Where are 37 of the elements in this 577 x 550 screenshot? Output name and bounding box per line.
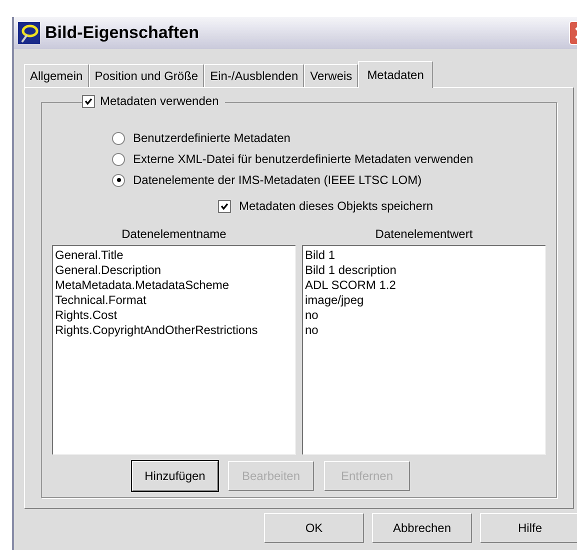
tab[interactable]: Metadaten [358, 61, 433, 88]
dialog-button[interactable]: Hilfe [480, 513, 577, 543]
tab[interactable]: Ein-/Ausblenden [204, 64, 304, 87]
checkbox-label: Metadaten dieses Objekts speichern [239, 199, 434, 213]
list-item[interactable]: General.Title [55, 248, 293, 263]
list-item[interactable]: Bild 1 description [305, 263, 543, 278]
checkbox[interactable] [82, 94, 95, 108]
list-item[interactable]: image/jpeg [305, 293, 543, 308]
dialog-button[interactable]: Abbrechen [372, 513, 472, 543]
radio-label: Benutzerdefinierte Metadaten [133, 131, 290, 145]
dialog-button[interactable]: OK [264, 513, 364, 543]
list-item[interactable]: General.Description [55, 263, 293, 278]
app-icon [18, 22, 40, 44]
column-heading: Datenelementwert [375, 227, 473, 241]
list-item[interactable]: no [305, 323, 543, 338]
checkbox[interactable] [218, 200, 231, 212]
list-item[interactable]: Rights.Cost [55, 308, 293, 323]
radio-button[interactable] [112, 152, 125, 166]
list-item[interactable]: no [305, 308, 543, 323]
list-item[interactable]: ADL SCORM 1.2 [305, 278, 543, 293]
radio-button[interactable] [112, 174, 125, 186]
tab[interactable]: Verweis [304, 64, 358, 87]
list-item[interactable]: Rights.CopyrightAndOtherRestrictions [55, 323, 293, 338]
list-action-button[interactable]: Hinzufügen [132, 461, 218, 491]
window-title: Bild-Eigenschaften [45, 23, 199, 43]
list-item[interactable]: Technical.Format [55, 293, 293, 308]
radio-label: Datenelemente der IMS-Metadaten (IEEE LTSC LOM) [133, 173, 422, 187]
radio-label: Externe XML-Datei für benutzerdefinierte Metadaten verwenden [133, 152, 474, 166]
list-box[interactable]: General.Title General.Description MetaMetadata.MetadataScheme Technical.Format Rights.Cost Rights.CopyrightAndOtherRestrictions [52, 245, 296, 455]
list-item[interactable]: Bild 1 [305, 248, 543, 263]
tab[interactable]: Allgemein [24, 64, 89, 87]
column-heading: Datenelementname [122, 227, 226, 241]
tab[interactable]: Position und Größe [88, 64, 204, 87]
list-box[interactable]: Bild 1 Bild 1 description ADL SCORM 1.2 image/jpeg no no [302, 245, 546, 455]
list-item[interactable]: MetaMetadata.MetadataScheme [55, 278, 293, 293]
checkbox-label: Metadaten verwenden [100, 94, 219, 108]
radio-button[interactable] [112, 132, 125, 144]
